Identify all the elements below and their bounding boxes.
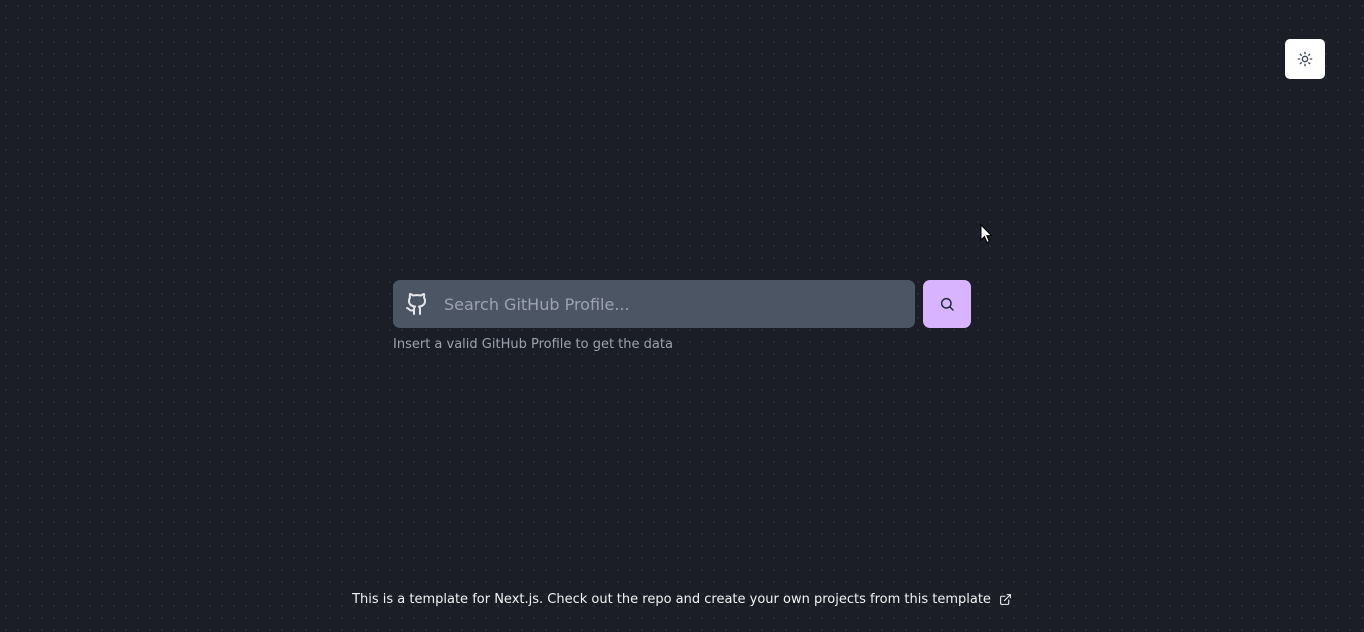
search-icon (939, 296, 955, 312)
footer: This is a template for Next.js. Check ou… (0, 592, 1364, 607)
sun-icon (1297, 51, 1313, 67)
search-form: Insert a valid GitHub Profile to get the… (393, 279, 971, 352)
template-repo-link[interactable]: This is a template for Next.js. Check ou… (352, 592, 1012, 607)
mouse-cursor-icon (980, 224, 993, 244)
search-input[interactable] (442, 279, 915, 329)
footer-text: This is a template for Next.js. Check ou… (352, 592, 991, 607)
github-icon (405, 292, 429, 316)
search-hint: Insert a valid GitHub Profile to get the… (393, 337, 673, 352)
external-link-icon (999, 593, 1012, 606)
search-box[interactable] (393, 279, 915, 329)
search-button[interactable] (923, 280, 971, 328)
search-row (393, 279, 971, 329)
theme-toggle-button[interactable] (1285, 39, 1325, 79)
